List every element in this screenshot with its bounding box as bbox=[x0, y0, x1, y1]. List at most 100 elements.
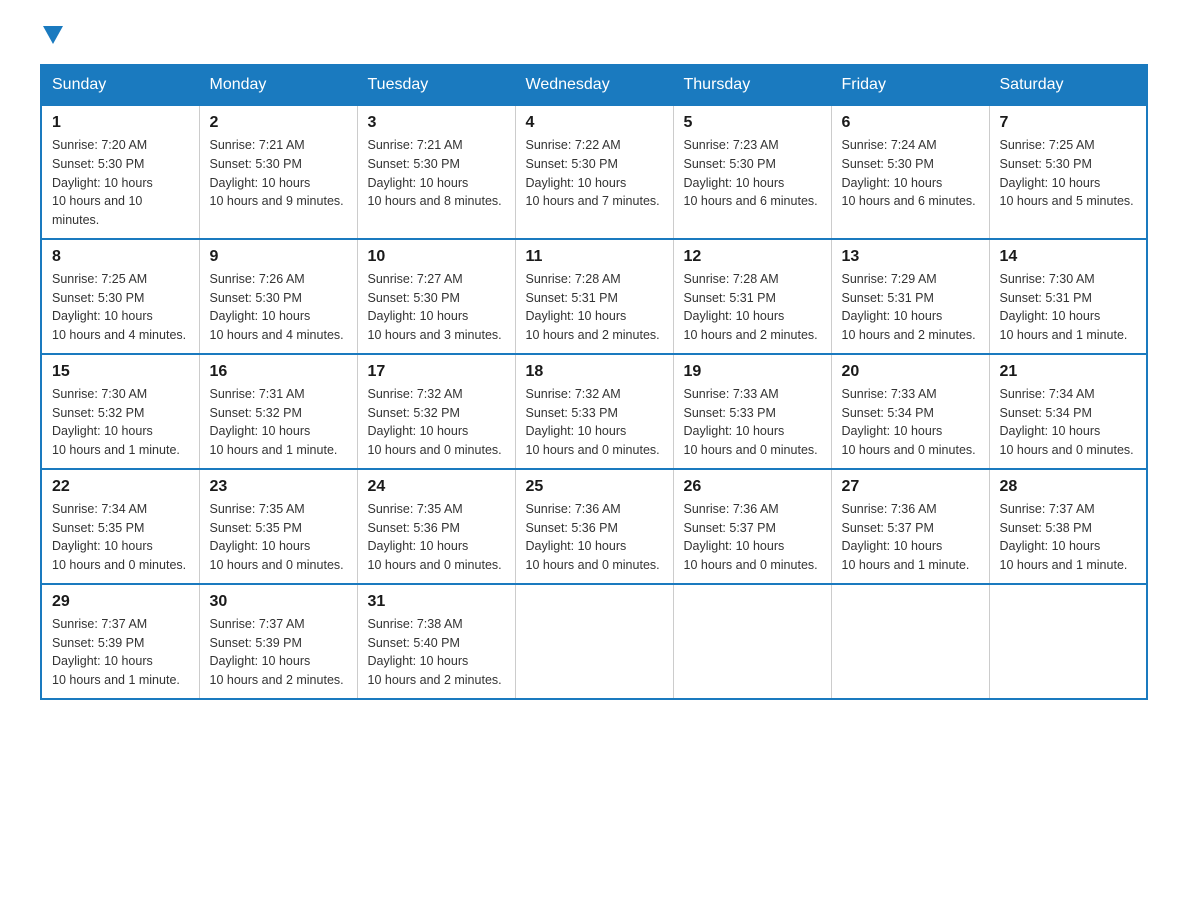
day-info: Sunrise: 7:21 AMSunset: 5:30 PMDaylight:… bbox=[368, 138, 502, 208]
calendar-day-cell: 2 Sunrise: 7:21 AMSunset: 5:30 PMDayligh… bbox=[199, 105, 357, 239]
calendar-day-cell: 13 Sunrise: 7:29 AMSunset: 5:31 PMDaylig… bbox=[831, 239, 989, 354]
day-info: Sunrise: 7:34 AMSunset: 5:35 PMDaylight:… bbox=[52, 502, 186, 572]
calendar-week-row: 1 Sunrise: 7:20 AMSunset: 5:30 PMDayligh… bbox=[41, 105, 1147, 239]
calendar-day-cell: 3 Sunrise: 7:21 AMSunset: 5:30 PMDayligh… bbox=[357, 105, 515, 239]
calendar-day-cell: 19 Sunrise: 7:33 AMSunset: 5:33 PMDaylig… bbox=[673, 354, 831, 469]
day-info: Sunrise: 7:31 AMSunset: 5:32 PMDaylight:… bbox=[210, 387, 338, 457]
day-number: 14 bbox=[1000, 248, 1137, 266]
day-number: 18 bbox=[526, 363, 663, 381]
page-header bbox=[40, 30, 1148, 44]
calendar-day-cell: 12 Sunrise: 7:28 AMSunset: 5:31 PMDaylig… bbox=[673, 239, 831, 354]
logo-text bbox=[40, 30, 63, 44]
day-number: 13 bbox=[842, 248, 979, 266]
calendar-day-cell: 16 Sunrise: 7:31 AMSunset: 5:32 PMDaylig… bbox=[199, 354, 357, 469]
calendar-day-cell: 30 Sunrise: 7:37 AMSunset: 5:39 PMDaylig… bbox=[199, 584, 357, 699]
day-number: 8 bbox=[52, 248, 189, 266]
day-info: Sunrise: 7:33 AMSunset: 5:34 PMDaylight:… bbox=[842, 387, 976, 457]
day-number: 22 bbox=[52, 478, 189, 496]
day-number: 20 bbox=[842, 363, 979, 381]
day-number: 31 bbox=[368, 593, 505, 611]
calendar-day-cell: 4 Sunrise: 7:22 AMSunset: 5:30 PMDayligh… bbox=[515, 105, 673, 239]
calendar-day-cell: 11 Sunrise: 7:28 AMSunset: 5:31 PMDaylig… bbox=[515, 239, 673, 354]
calendar-week-row: 15 Sunrise: 7:30 AMSunset: 5:32 PMDaylig… bbox=[41, 354, 1147, 469]
col-header-tuesday: Tuesday bbox=[357, 65, 515, 105]
day-info: Sunrise: 7:33 AMSunset: 5:33 PMDaylight:… bbox=[684, 387, 818, 457]
calendar-week-row: 8 Sunrise: 7:25 AMSunset: 5:30 PMDayligh… bbox=[41, 239, 1147, 354]
calendar-day-cell: 31 Sunrise: 7:38 AMSunset: 5:40 PMDaylig… bbox=[357, 584, 515, 699]
day-info: Sunrise: 7:24 AMSunset: 5:30 PMDaylight:… bbox=[842, 138, 976, 208]
day-info: Sunrise: 7:36 AMSunset: 5:36 PMDaylight:… bbox=[526, 502, 660, 572]
col-header-friday: Friday bbox=[831, 65, 989, 105]
day-info: Sunrise: 7:37 AMSunset: 5:39 PMDaylight:… bbox=[52, 617, 180, 687]
day-info: Sunrise: 7:29 AMSunset: 5:31 PMDaylight:… bbox=[842, 272, 976, 342]
empty-day-cell bbox=[831, 584, 989, 699]
day-number: 27 bbox=[842, 478, 979, 496]
col-header-wednesday: Wednesday bbox=[515, 65, 673, 105]
col-header-saturday: Saturday bbox=[989, 65, 1147, 105]
calendar-day-cell: 7 Sunrise: 7:25 AMSunset: 5:30 PMDayligh… bbox=[989, 105, 1147, 239]
calendar-day-cell: 23 Sunrise: 7:35 AMSunset: 5:35 PMDaylig… bbox=[199, 469, 357, 584]
calendar-day-cell: 21 Sunrise: 7:34 AMSunset: 5:34 PMDaylig… bbox=[989, 354, 1147, 469]
col-header-monday: Monday bbox=[199, 65, 357, 105]
day-number: 21 bbox=[1000, 363, 1137, 381]
calendar-week-row: 22 Sunrise: 7:34 AMSunset: 5:35 PMDaylig… bbox=[41, 469, 1147, 584]
calendar-day-cell: 10 Sunrise: 7:27 AMSunset: 5:30 PMDaylig… bbox=[357, 239, 515, 354]
empty-day-cell bbox=[515, 584, 673, 699]
calendar-day-cell: 8 Sunrise: 7:25 AMSunset: 5:30 PMDayligh… bbox=[41, 239, 199, 354]
day-info: Sunrise: 7:37 AMSunset: 5:39 PMDaylight:… bbox=[210, 617, 344, 687]
calendar-day-cell: 6 Sunrise: 7:24 AMSunset: 5:30 PMDayligh… bbox=[831, 105, 989, 239]
day-number: 24 bbox=[368, 478, 505, 496]
calendar-week-row: 29 Sunrise: 7:37 AMSunset: 5:39 PMDaylig… bbox=[41, 584, 1147, 699]
day-number: 5 bbox=[684, 114, 821, 132]
day-info: Sunrise: 7:32 AMSunset: 5:32 PMDaylight:… bbox=[368, 387, 502, 457]
day-info: Sunrise: 7:34 AMSunset: 5:34 PMDaylight:… bbox=[1000, 387, 1134, 457]
calendar-header-row: SundayMondayTuesdayWednesdayThursdayFrid… bbox=[41, 65, 1147, 105]
day-number: 19 bbox=[684, 363, 821, 381]
calendar-day-cell: 25 Sunrise: 7:36 AMSunset: 5:36 PMDaylig… bbox=[515, 469, 673, 584]
calendar-day-cell: 18 Sunrise: 7:32 AMSunset: 5:33 PMDaylig… bbox=[515, 354, 673, 469]
day-number: 16 bbox=[210, 363, 347, 381]
calendar-day-cell: 14 Sunrise: 7:30 AMSunset: 5:31 PMDaylig… bbox=[989, 239, 1147, 354]
day-number: 7 bbox=[1000, 114, 1137, 132]
calendar-day-cell: 17 Sunrise: 7:32 AMSunset: 5:32 PMDaylig… bbox=[357, 354, 515, 469]
calendar-day-cell: 27 Sunrise: 7:36 AMSunset: 5:37 PMDaylig… bbox=[831, 469, 989, 584]
day-number: 12 bbox=[684, 248, 821, 266]
day-number: 11 bbox=[526, 248, 663, 266]
day-info: Sunrise: 7:30 AMSunset: 5:32 PMDaylight:… bbox=[52, 387, 180, 457]
day-number: 30 bbox=[210, 593, 347, 611]
day-info: Sunrise: 7:37 AMSunset: 5:38 PMDaylight:… bbox=[1000, 502, 1128, 572]
day-number: 29 bbox=[52, 593, 189, 611]
day-info: Sunrise: 7:23 AMSunset: 5:30 PMDaylight:… bbox=[684, 138, 818, 208]
day-number: 17 bbox=[368, 363, 505, 381]
day-info: Sunrise: 7:30 AMSunset: 5:31 PMDaylight:… bbox=[1000, 272, 1128, 342]
day-info: Sunrise: 7:25 AMSunset: 5:30 PMDaylight:… bbox=[52, 272, 186, 342]
day-info: Sunrise: 7:22 AMSunset: 5:30 PMDaylight:… bbox=[526, 138, 660, 208]
col-header-sunday: Sunday bbox=[41, 65, 199, 105]
calendar-day-cell: 26 Sunrise: 7:36 AMSunset: 5:37 PMDaylig… bbox=[673, 469, 831, 584]
day-info: Sunrise: 7:27 AMSunset: 5:30 PMDaylight:… bbox=[368, 272, 502, 342]
calendar-day-cell: 5 Sunrise: 7:23 AMSunset: 5:30 PMDayligh… bbox=[673, 105, 831, 239]
calendar-day-cell: 20 Sunrise: 7:33 AMSunset: 5:34 PMDaylig… bbox=[831, 354, 989, 469]
day-info: Sunrise: 7:21 AMSunset: 5:30 PMDaylight:… bbox=[210, 138, 344, 208]
calendar-day-cell: 15 Sunrise: 7:30 AMSunset: 5:32 PMDaylig… bbox=[41, 354, 199, 469]
day-info: Sunrise: 7:38 AMSunset: 5:40 PMDaylight:… bbox=[368, 617, 502, 687]
day-info: Sunrise: 7:26 AMSunset: 5:30 PMDaylight:… bbox=[210, 272, 344, 342]
day-number: 28 bbox=[1000, 478, 1137, 496]
day-number: 4 bbox=[526, 114, 663, 132]
day-info: Sunrise: 7:20 AMSunset: 5:30 PMDaylight:… bbox=[52, 138, 153, 227]
logo bbox=[40, 30, 63, 44]
day-number: 10 bbox=[368, 248, 505, 266]
day-info: Sunrise: 7:28 AMSunset: 5:31 PMDaylight:… bbox=[526, 272, 660, 342]
col-header-thursday: Thursday bbox=[673, 65, 831, 105]
day-number: 23 bbox=[210, 478, 347, 496]
calendar-day-cell: 28 Sunrise: 7:37 AMSunset: 5:38 PMDaylig… bbox=[989, 469, 1147, 584]
empty-day-cell bbox=[673, 584, 831, 699]
calendar-day-cell: 9 Sunrise: 7:26 AMSunset: 5:30 PMDayligh… bbox=[199, 239, 357, 354]
calendar-day-cell: 24 Sunrise: 7:35 AMSunset: 5:36 PMDaylig… bbox=[357, 469, 515, 584]
day-info: Sunrise: 7:35 AMSunset: 5:36 PMDaylight:… bbox=[368, 502, 502, 572]
calendar-day-cell: 1 Sunrise: 7:20 AMSunset: 5:30 PMDayligh… bbox=[41, 105, 199, 239]
day-number: 25 bbox=[526, 478, 663, 496]
day-info: Sunrise: 7:25 AMSunset: 5:30 PMDaylight:… bbox=[1000, 138, 1134, 208]
empty-day-cell bbox=[989, 584, 1147, 699]
day-number: 15 bbox=[52, 363, 189, 381]
